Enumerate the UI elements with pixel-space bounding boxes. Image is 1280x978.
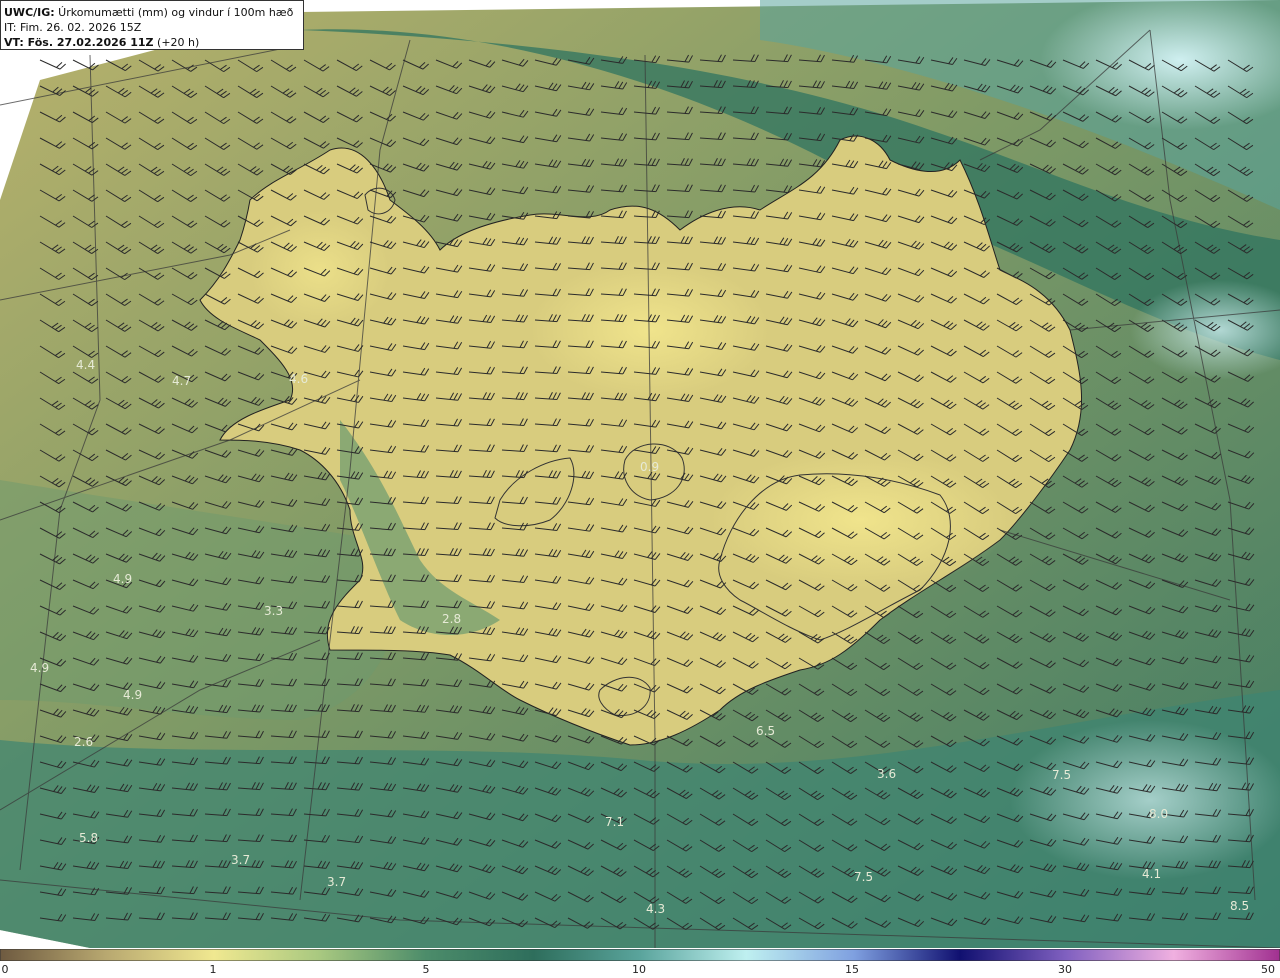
value-label: 7.5 [1052,768,1071,782]
value-label: 3.7 [327,875,346,889]
value-label: 2.8 [442,612,461,626]
value-label: 8.0 [1149,807,1168,821]
colorbar-tick-label: 15 [845,963,859,976]
value-label: 4.7 [172,374,191,388]
model-tag: UWC/IG: [4,6,55,19]
value-label: 8.5 [1230,899,1249,913]
colorbar-tick-label: 50 [1261,963,1275,976]
value-label: 4.9 [123,688,142,702]
colorbar-tick-label: 0 [1,963,9,976]
interior-highlight-east [710,450,1010,590]
valid-time-line: VT: Fös. 27.02.2026 11Z (+20 h) [4,35,300,50]
valid-offset: (+20 h) [153,36,200,49]
value-label: 7.1 [605,815,624,829]
value-label: 5.8 [79,831,98,845]
colorbar [0,949,1280,961]
map-header: UWC/IG: Úrkomumætti (mm) og vindur í 100… [0,0,304,50]
value-label: 4.4 [76,358,95,372]
value-label: 4.9 [30,661,49,675]
value-label: 0.9 [640,460,659,474]
value-label: 2.6 [74,735,93,749]
value-label: 7.5 [854,870,873,884]
value-label: 6.5 [756,724,775,738]
value-label: 4.1 [1142,867,1161,881]
colorbar-tick-label: 1 [209,963,217,976]
value-label: 4.6 [289,372,308,386]
value-label: 3.3 [264,604,283,618]
colorbar-tick-label: 10 [632,963,646,976]
valid-time: VT: Fös. 27.02.2026 11Z [4,36,154,49]
value-label: 3.7 [231,853,250,867]
value-label: 3.6 [877,767,896,781]
value-label: 4.9 [113,572,132,586]
precipitation-map: 4.4 4.7 4.6 4.9 3.3 2.8 4.9 4.9 2.6 6.5 … [0,0,1280,948]
value-label: 4.3 [646,902,665,916]
colorbar-tick-label: 5 [422,963,430,976]
init-time: IT: Fim. 26. 02. 2026 15Z [4,21,142,34]
header-title-line: UWC/IG: Úrkomumætti (mm) og vindur í 100… [4,5,300,20]
colorbar-tick-label: 30 [1058,963,1072,976]
map-title: Úrkomumætti (mm) og vindur í 100m hæð [54,6,294,19]
